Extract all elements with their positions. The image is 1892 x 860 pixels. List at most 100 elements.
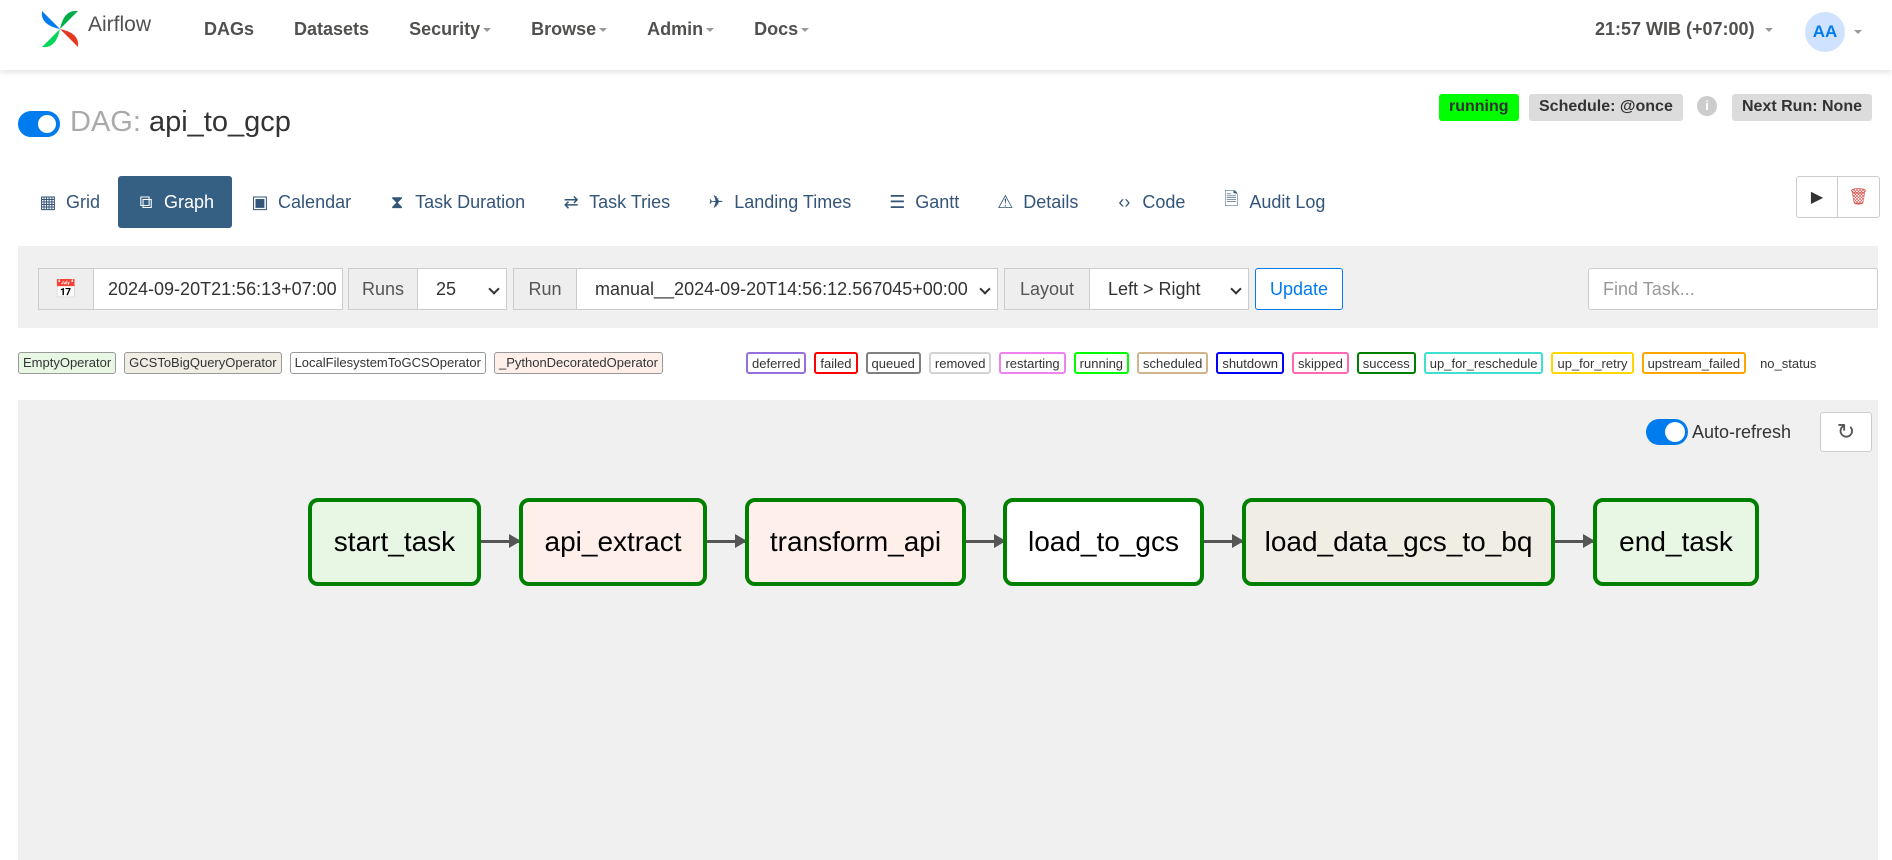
operator-legend: EmptyOperator GCSToBigQueryOperator Loca… bbox=[18, 352, 663, 374]
legend-state-queued[interactable]: queued bbox=[865, 352, 921, 374]
dag-title: DAG: api_to_gcp bbox=[70, 106, 291, 139]
task-node-start-task[interactable]: start_task bbox=[308, 498, 481, 586]
edge-arrow bbox=[707, 534, 747, 548]
state-legend: deferred failed queued removed restartin… bbox=[746, 352, 1822, 374]
tab-landing-times[interactable]: ✈ Landing Times bbox=[688, 176, 869, 228]
legend-state-skipped[interactable]: skipped bbox=[1291, 352, 1349, 374]
caret-down-icon bbox=[483, 28, 492, 33]
legend-empty-operator[interactable]: EmptyOperator bbox=[18, 352, 117, 374]
nav-docs[interactable]: Docs bbox=[754, 19, 810, 40]
legend-state-scheduled[interactable]: scheduled bbox=[1137, 352, 1209, 374]
edge-arrow bbox=[481, 534, 521, 548]
chevron-down-icon bbox=[979, 283, 991, 295]
delete-dag-button[interactable]: 🗑 bbox=[1838, 176, 1880, 218]
tab-grid[interactable]: ▦ Grid bbox=[20, 176, 118, 228]
tab-audit-log[interactable]: 🗎 Audit Log bbox=[1203, 176, 1343, 228]
tab-gantt[interactable]: ☰ Gantt bbox=[869, 176, 977, 228]
calendar-icon: ▣ bbox=[251, 191, 269, 212]
nav-security[interactable]: Security bbox=[409, 19, 492, 40]
layout-select[interactable]: Left > Right bbox=[1089, 268, 1249, 310]
run-label: Run bbox=[513, 268, 577, 310]
nav-admin[interactable]: Admin bbox=[647, 19, 715, 40]
nav-dags[interactable]: DAGs bbox=[204, 19, 254, 40]
trash-icon: 🗑 bbox=[1848, 189, 1869, 206]
task-node-load-data-gcs-to-bq[interactable]: load_data_gcs_to_bq bbox=[1242, 498, 1555, 586]
legend-state-removed[interactable]: removed bbox=[928, 352, 992, 374]
caret-down-icon bbox=[1764, 28, 1773, 33]
file-search-icon: 🗎 bbox=[1224, 189, 1239, 209]
task-node-api-extract[interactable]: api_extract bbox=[519, 498, 707, 586]
legend-state-up-for-retry[interactable]: up_for_retry bbox=[1551, 352, 1634, 374]
base-date-input[interactable]: 2024-09-20T21:56:13+07:00 bbox=[93, 268, 343, 310]
hourglass-icon: ⧗ bbox=[390, 191, 404, 212]
caret-down-icon bbox=[706, 28, 715, 33]
repeat-icon: ⇄ bbox=[563, 191, 579, 212]
runs-select[interactable]: 25 bbox=[417, 268, 507, 310]
nav-browse[interactable]: Browse bbox=[531, 19, 608, 40]
caret-down-icon bbox=[801, 28, 810, 33]
code-icon: ‹› bbox=[1118, 191, 1131, 212]
update-button[interactable]: Update bbox=[1255, 268, 1343, 310]
run-select[interactable]: manual__2024-09-20T14:56:12.567045+00:00 bbox=[576, 268, 998, 310]
legend-state-upstream-failed[interactable]: upstream_failed bbox=[1641, 352, 1747, 374]
top-navbar: Airflow DAGs Datasets Security Browse Ad… bbox=[0, 0, 1892, 70]
calendar-icon: 📅 bbox=[54, 278, 78, 299]
legend-state-shutdown[interactable]: shutdown bbox=[1216, 352, 1284, 374]
legend-state-success[interactable]: success bbox=[1356, 352, 1416, 374]
warning-triangle-icon: ⚠ bbox=[997, 191, 1014, 212]
legend-python-decorated-operator[interactable]: _PythonDecoratedOperator bbox=[493, 352, 663, 374]
nav-datasets[interactable]: Datasets bbox=[294, 19, 369, 40]
auto-refresh-toggle[interactable] bbox=[1646, 419, 1688, 445]
dag-prefix: DAG: bbox=[70, 106, 141, 138]
dag-name[interactable]: api_to_gcp bbox=[149, 106, 291, 138]
legend-state-no-status[interactable]: no_status bbox=[1754, 352, 1822, 374]
dag-actions: ▶ 🗑 bbox=[1796, 176, 1880, 218]
tab-code[interactable]: ‹› Code bbox=[1096, 176, 1203, 228]
user-avatar[interactable]: AA bbox=[1805, 12, 1845, 52]
tab-calendar[interactable]: ▣ Calendar bbox=[232, 176, 369, 228]
caret-down-icon bbox=[599, 28, 608, 33]
runs-label: Runs bbox=[348, 268, 418, 310]
task-node-load-to-gcs[interactable]: load_to_gcs bbox=[1003, 498, 1204, 586]
edge-arrow bbox=[1204, 534, 1244, 548]
refresh-button[interactable]: ↻ bbox=[1820, 412, 1872, 452]
tab-task-tries[interactable]: ⇄ Task Tries bbox=[543, 176, 688, 228]
tab-details[interactable]: ⚠ Details bbox=[977, 176, 1096, 228]
brand-logo[interactable]: Airflow bbox=[36, 5, 151, 53]
next-run-badge: Next Run: None bbox=[1732, 94, 1872, 121]
airflow-pinwheel-icon bbox=[41, 10, 79, 48]
legend-state-deferred[interactable]: deferred bbox=[746, 352, 807, 374]
trigger-dag-button[interactable]: ▶ bbox=[1796, 176, 1838, 218]
play-icon: ▶ bbox=[1810, 189, 1824, 206]
layout-label: Layout bbox=[1004, 268, 1090, 310]
edge-arrow bbox=[966, 534, 1006, 548]
legend-state-up-for-reschedule[interactable]: up_for_reschedule bbox=[1423, 352, 1544, 374]
plane-landing-icon: ✈ bbox=[708, 191, 724, 212]
brand-name: Airflow bbox=[88, 13, 152, 36]
legend-gcs-to-bigquery-operator[interactable]: GCSToBigQueryOperator bbox=[124, 352, 282, 374]
caret-down-icon bbox=[1854, 30, 1862, 34]
info-icon[interactable]: i bbox=[1697, 96, 1717, 116]
graph-canvas[interactable] bbox=[18, 400, 1878, 860]
graph-filter-bar: 📅 2024-09-20T21:56:13+07:00 Runs 25 Run … bbox=[18, 246, 1878, 328]
refresh-icon: ↻ bbox=[1836, 419, 1856, 444]
legend-state-restarting[interactable]: restarting bbox=[999, 352, 1066, 374]
grid-icon: ▦ bbox=[39, 191, 57, 212]
auto-refresh-label: Auto-refresh bbox=[1692, 422, 1792, 442]
legend-state-failed[interactable]: failed bbox=[814, 352, 858, 374]
tab-graph[interactable]: ⧉ Graph bbox=[118, 176, 233, 228]
schedule-badge[interactable]: Schedule: @once bbox=[1529, 94, 1683, 121]
gantt-icon: ☰ bbox=[889, 191, 906, 212]
legend-state-running[interactable]: running bbox=[1073, 352, 1130, 374]
main-menu: DAGs Datasets Security Browse Admin Docs bbox=[204, 19, 849, 40]
timezone-clock[interactable]: 21:57 WIB (+07:00) bbox=[1595, 19, 1773, 40]
dag-pause-toggle[interactable] bbox=[18, 111, 60, 137]
task-node-transform-api[interactable]: transform_api bbox=[745, 498, 966, 586]
task-node-end-task[interactable]: end_task bbox=[1593, 498, 1759, 586]
calendar-picker-button[interactable]: 📅 bbox=[38, 268, 94, 310]
dag-view-tabs: ▦ Grid ⧉ Graph ▣ Calendar ⧗ Task Duration ⇄ T… bbox=[20, 176, 1343, 228]
find-task-input[interactable]: Find Task... bbox=[1588, 268, 1878, 310]
tab-task-duration[interactable]: ⧗ Task Duration bbox=[369, 176, 543, 228]
graph-icon: ⧉ bbox=[139, 191, 153, 212]
legend-local-filesystem-to-gcs-operator[interactable]: LocalFilesystemToGCSOperator bbox=[289, 352, 486, 374]
